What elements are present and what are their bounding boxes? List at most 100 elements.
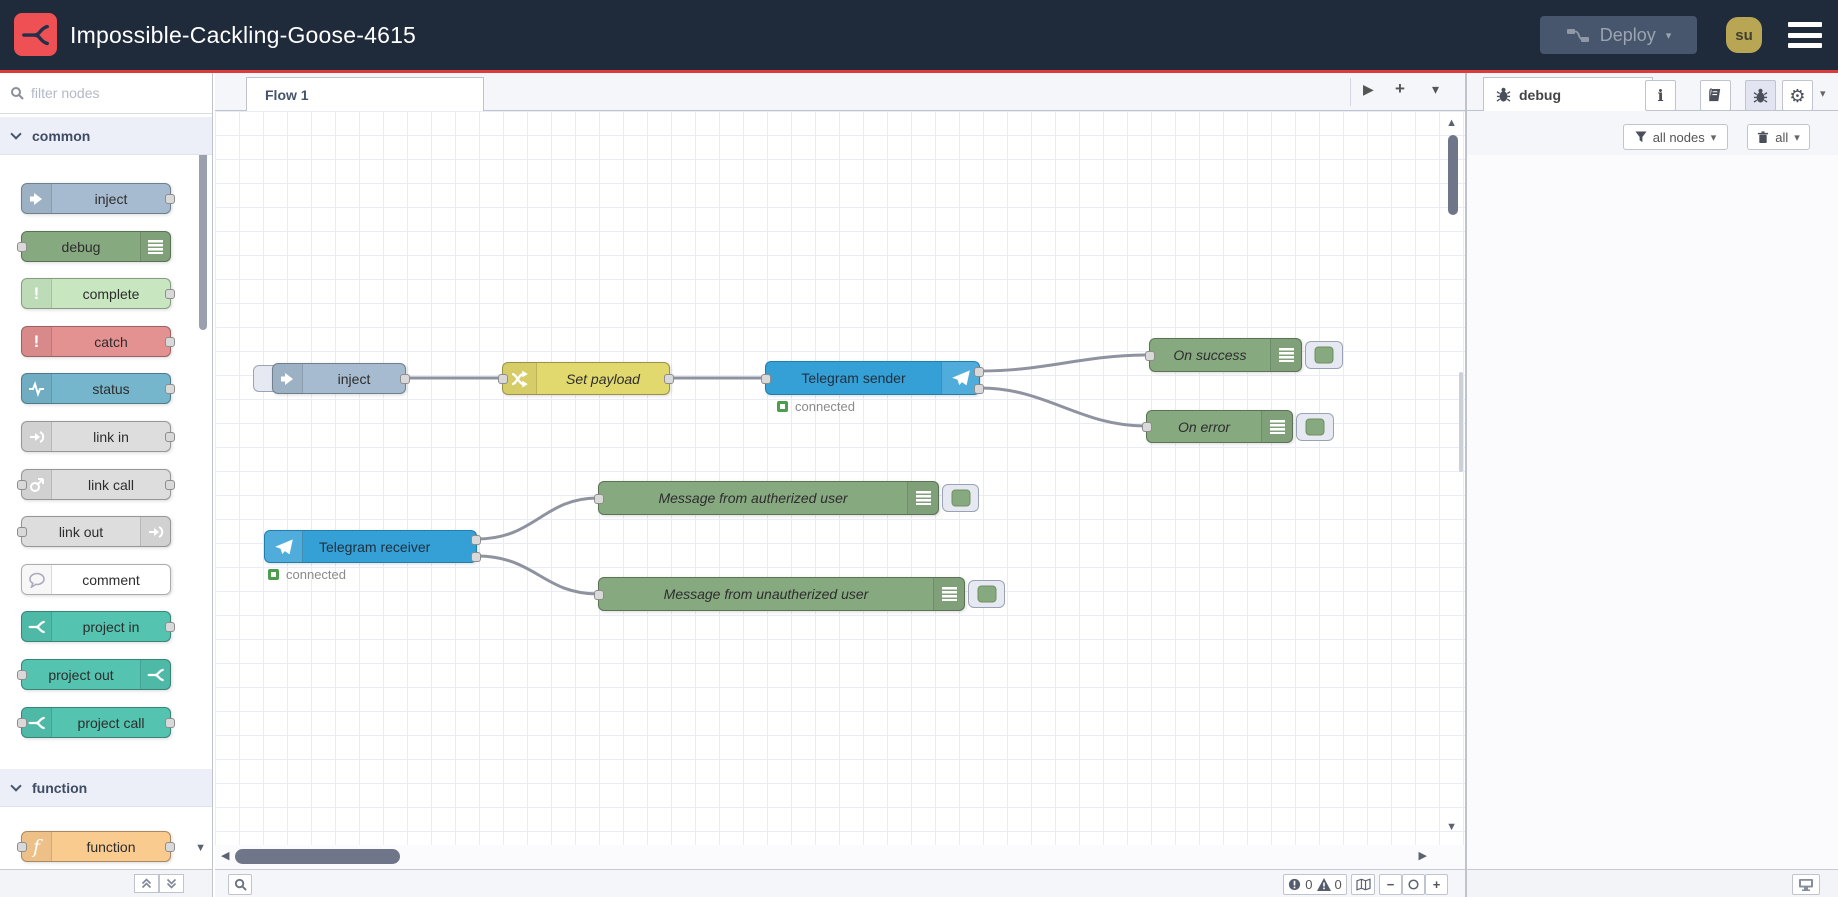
palette-filter-input[interactable] (31, 85, 181, 101)
debug-toggle-button[interactable] (968, 580, 1005, 608)
input-port[interactable] (761, 374, 771, 384)
input-port[interactable] (17, 670, 27, 680)
node-status: connected (777, 399, 855, 414)
chevron-down-icon (10, 127, 22, 140)
palette-node-debug[interactable]: debug (17, 231, 171, 262)
node-msg-authorized[interactable]: Message from autherized user (594, 481, 939, 515)
canvas-scroll-right-icon[interactable]: ▶ (1419, 851, 1427, 862)
tab-debug[interactable]: debug (1483, 77, 1653, 112)
wire[interactable] (978, 353, 1151, 373)
sidebar-resize-handle[interactable] (1459, 372, 1463, 472)
user-avatar[interactable]: su (1726, 17, 1762, 53)
debug-filter-button[interactable]: all nodes ▾ (1623, 124, 1728, 150)
palette-category-common[interactable]: common (0, 117, 212, 155)
canvas-scroll-down-icon[interactable]: ▼ (1446, 822, 1457, 833)
palette-node-status[interactable]: status (21, 373, 175, 404)
output-port[interactable] (664, 374, 674, 384)
input-port[interactable] (17, 242, 27, 252)
output-port-unauthorized[interactable] (471, 552, 481, 562)
wire[interactable] (978, 386, 1148, 428)
deploy-caret-icon[interactable]: ▾ (1666, 29, 1672, 42)
input-port[interactable] (594, 590, 604, 600)
flow-canvas[interactable]: inject Set payload Telegram sender conne… (215, 111, 1465, 869)
debug-messages-panel[interactable] (1467, 155, 1838, 869)
wire[interactable] (475, 496, 600, 541)
deploy-button[interactable]: Deploy ▾ (1540, 16, 1697, 54)
input-port[interactable] (1145, 351, 1155, 361)
output-port[interactable] (400, 374, 410, 384)
palette-search[interactable] (0, 73, 212, 114)
zoom-out-button[interactable]: − (1379, 874, 1402, 895)
node-telegram-receiver[interactable]: Telegram receiver (264, 530, 481, 563)
input-port[interactable] (17, 527, 27, 537)
input-port[interactable] (17, 480, 27, 490)
palette-scrollbar[interactable] (199, 150, 207, 330)
input-port[interactable] (1142, 422, 1152, 432)
canvas-scroll-up-icon[interactable]: ▲ (1446, 118, 1457, 129)
palette-node-link-call[interactable]: link call (17, 469, 175, 500)
main-menu-button[interactable] (1788, 22, 1822, 48)
monitor-icon (1799, 878, 1813, 891)
node-msg-unauthorized[interactable]: Message from unautherized user (594, 577, 965, 611)
output-port[interactable] (165, 622, 175, 632)
node-set-payload[interactable]: Set payload (498, 362, 674, 395)
wire[interactable] (475, 554, 600, 596)
debug-toggle-button[interactable] (942, 484, 979, 512)
output-port-error[interactable] (974, 384, 984, 394)
output-port-success[interactable] (974, 367, 984, 377)
input-port[interactable] (17, 718, 27, 728)
palette-node-complete[interactable]: ! complete (21, 278, 175, 309)
palette-node-link-out[interactable]: link out (17, 516, 171, 547)
tab-menu-caret-icon[interactable]: ▾ (1432, 81, 1439, 98)
node-telegram-sender[interactable]: Telegram sender (761, 361, 984, 395)
palette-node-project-in[interactable]: project in (21, 611, 175, 642)
palette-node-project-out[interactable]: project out (17, 659, 171, 690)
palette-node-inject[interactable]: inject (21, 183, 175, 214)
palette-node-link-in[interactable]: link in (21, 421, 175, 452)
output-port[interactable] (165, 718, 175, 728)
palette-node-function[interactable]: f function (17, 831, 175, 862)
input-port[interactable] (594, 494, 604, 504)
zoom-reset-button[interactable] (1402, 874, 1425, 895)
expand-all-button[interactable] (159, 874, 184, 893)
node-inject[interactable]: inject (272, 363, 410, 394)
output-port[interactable] (165, 194, 175, 204)
sidebar-menu-caret-icon[interactable]: ▾ (1820, 87, 1826, 100)
collapse-all-button[interactable] (134, 874, 159, 893)
output-port[interactable] (165, 432, 175, 442)
output-port[interactable] (165, 842, 175, 852)
output-port[interactable] (165, 480, 175, 490)
canvas-search-button[interactable] (228, 874, 252, 895)
palette-node-catch[interactable]: ! catch (21, 326, 175, 357)
canvas-hscrollbar[interactable] (235, 849, 400, 864)
debug-toggle-button[interactable] (1305, 341, 1343, 369)
notification-counts[interactable]: 0 0 (1283, 874, 1347, 895)
tab-flow-1[interactable]: Flow 1 (246, 77, 484, 112)
sidebar-debug-button[interactable] (1745, 80, 1776, 111)
tab-list-icon[interactable]: ▶ (1363, 81, 1374, 98)
node-on-success[interactable]: On success (1145, 338, 1302, 372)
output-port[interactable] (165, 289, 175, 299)
add-flow-button[interactable]: + (1395, 79, 1405, 99)
debug-clear-button[interactable]: all ▾ (1747, 124, 1810, 150)
open-window-button[interactable] (1792, 874, 1820, 895)
output-port-authorized[interactable] (471, 535, 481, 545)
palette-scroll-down-icon[interactable]: ▼ (195, 843, 206, 854)
canvas-scroll-left-icon[interactable]: ◀ (221, 851, 229, 862)
input-port[interactable] (498, 374, 508, 384)
palette-node-project-call[interactable]: project call (17, 707, 175, 738)
output-port[interactable] (165, 384, 175, 394)
input-port[interactable] (17, 842, 27, 852)
sidebar-info-button[interactable]: i (1645, 80, 1676, 111)
warning-icon (1316, 878, 1331, 891)
palette-node-comment[interactable]: comment (21, 564, 171, 595)
palette-category-function[interactable]: function (0, 769, 212, 807)
zoom-in-button[interactable]: + (1425, 874, 1448, 895)
view-navigator-button[interactable] (1351, 874, 1375, 895)
debug-toggle-button[interactable] (1296, 413, 1334, 441)
output-port[interactable] (165, 337, 175, 347)
node-on-error[interactable]: On error (1142, 410, 1293, 443)
canvas-vscrollbar[interactable] (1448, 135, 1458, 215)
sidebar-config-button[interactable]: ⚙ (1782, 80, 1813, 111)
sidebar-help-button[interactable] (1700, 80, 1731, 111)
